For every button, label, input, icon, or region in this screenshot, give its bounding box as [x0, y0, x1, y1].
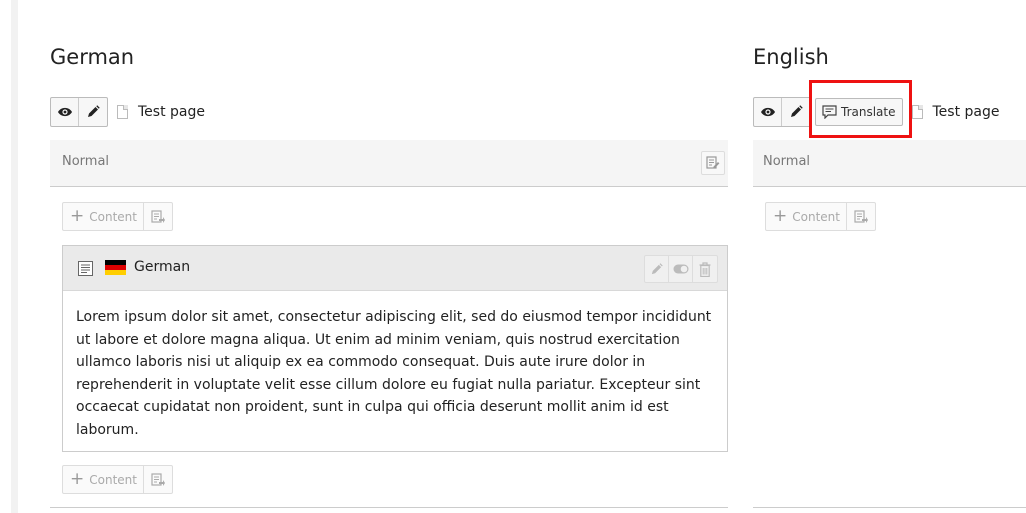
- column-bottom-border: [753, 507, 1026, 508]
- edit-page-button[interactable]: [782, 98, 810, 126]
- add-content-label: Content: [89, 209, 137, 224]
- content-wizard-icon: [151, 209, 165, 223]
- pencil-icon: [651, 262, 663, 274]
- trash-icon: [699, 261, 711, 277]
- edit-page-button[interactable]: [79, 98, 107, 126]
- translate-icon: [822, 105, 837, 119]
- eye-icon: [57, 107, 72, 117]
- add-content-button[interactable]: + Content: [765, 202, 876, 231]
- section-header-normal: Normal: [50, 140, 728, 187]
- view-edit-button-group: [50, 97, 108, 127]
- view-edit-button-group: [753, 97, 811, 127]
- column-english: English Translate Test page Normal + Con…: [753, 0, 1026, 513]
- content-element-body: Lorem ipsum dolor sit amet, consectetur …: [76, 309, 712, 438]
- toggle-visibility-button[interactable]: [669, 256, 693, 282]
- pencil-icon: [791, 105, 803, 117]
- add-content-label: Content: [89, 472, 137, 487]
- content-wizard-button[interactable]: [847, 203, 875, 230]
- page-title[interactable]: Test page: [138, 104, 205, 120]
- content-wizard-icon: [151, 472, 165, 486]
- pencil-icon: [88, 105, 100, 117]
- toolbar-german: Test page: [50, 97, 205, 127]
- edit-section-button[interactable]: [701, 151, 725, 175]
- language-title-german: German: [50, 45, 135, 69]
- content-element-actions: [644, 255, 718, 283]
- add-content-button-top[interactable]: + Content: [62, 202, 173, 231]
- text-element-icon: [78, 261, 93, 280]
- page-icon: [117, 105, 128, 119]
- eye-icon: [760, 107, 775, 117]
- toolbar-english: Translate Test page: [753, 80, 1000, 138]
- content-element-language: German: [134, 259, 191, 275]
- plus-icon: +: [70, 206, 85, 226]
- section-label: Normal: [763, 154, 811, 169]
- column-german: German Test page Normal + Content German…: [50, 0, 728, 513]
- view-button[interactable]: [754, 98, 782, 126]
- german-flag-icon: [105, 260, 126, 275]
- translate-button[interactable]: Translate: [809, 80, 912, 138]
- column-bottom-border: [50, 507, 728, 508]
- delete-element-button[interactable]: [693, 256, 717, 282]
- section-header-normal: Normal: [753, 140, 1026, 187]
- add-content-label: Content: [792, 209, 840, 224]
- page-title[interactable]: Test page: [933, 104, 1000, 120]
- content-wizard-button[interactable]: [144, 203, 172, 230]
- plus-icon: +: [70, 469, 85, 489]
- add-content-button-bottom[interactable]: + Content: [62, 465, 173, 494]
- page-icon: [911, 105, 923, 119]
- section-label: Normal: [62, 154, 110, 169]
- content-element-card: German Lorem ipsum dolor sit amet, conse…: [62, 245, 728, 452]
- left-sidebar-edge: [11, 0, 18, 513]
- edit-element-button[interactable]: [645, 256, 669, 282]
- translate-label: Translate: [841, 105, 896, 119]
- toggle-icon: [673, 264, 688, 274]
- plus-icon: +: [773, 206, 788, 226]
- edit-column-icon: [706, 156, 720, 169]
- content-element-header: German: [63, 246, 727, 291]
- content-wizard-icon: [854, 209, 868, 223]
- content-wizard-button[interactable]: [144, 466, 172, 493]
- language-title-english: English: [753, 45, 829, 69]
- view-button[interactable]: [51, 98, 79, 126]
